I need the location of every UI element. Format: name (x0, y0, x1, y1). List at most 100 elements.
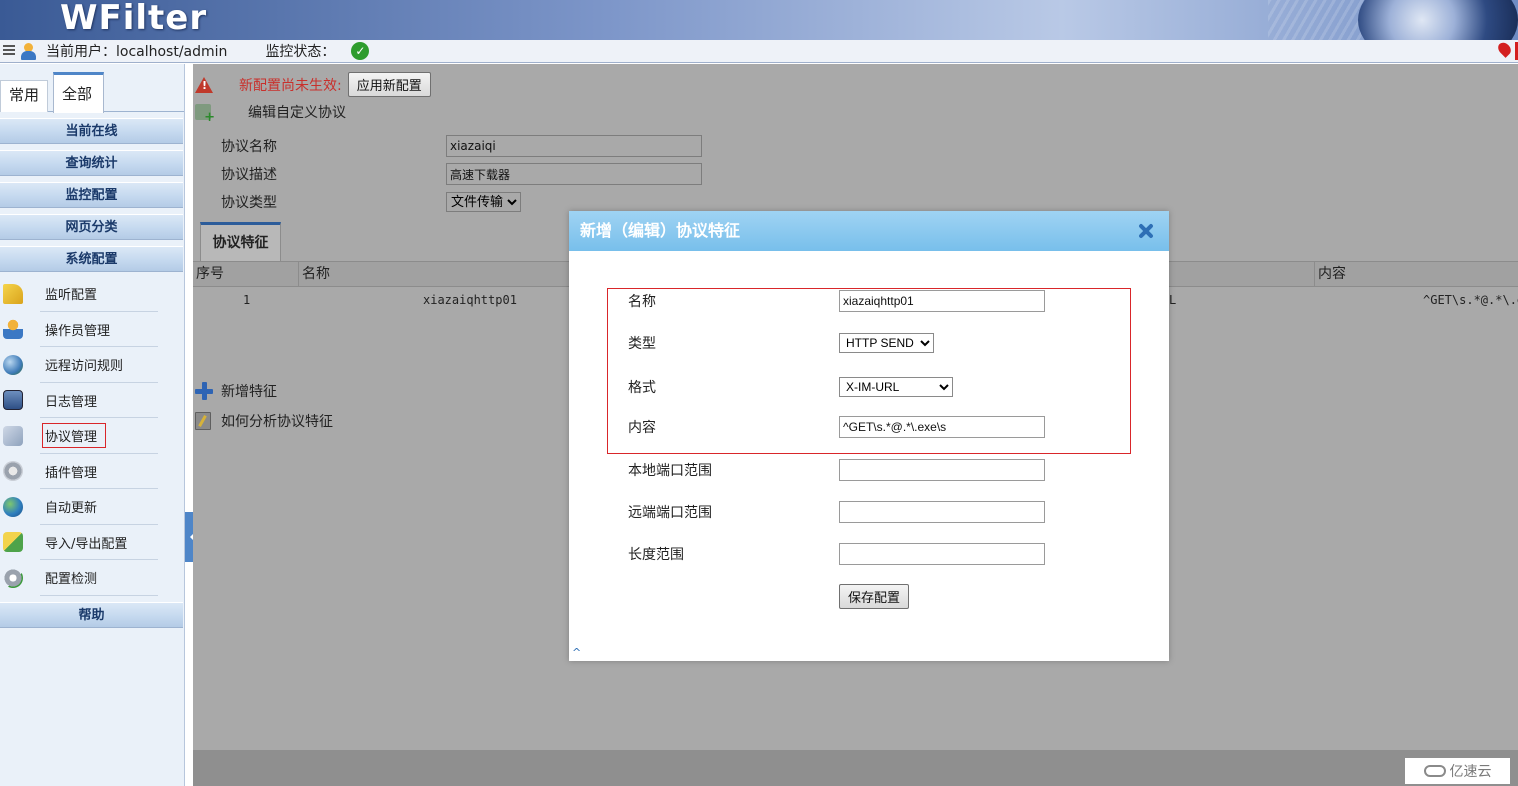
section-online[interactable]: 当前在线 (0, 118, 183, 144)
feature-content-row: 内容 (628, 416, 1045, 438)
sidebar-item-import-export[interactable]: 导入/导出配置 (0, 525, 184, 561)
column-header-content: 内容 (1314, 262, 1518, 286)
how-to-analyze-link[interactable]: 如何分析协议特征 (195, 411, 333, 431)
user-icon (3, 319, 23, 340)
row-content: ^GET\s.*@.*\.e (1423, 293, 1518, 307)
log-icon (3, 390, 23, 411)
section-help[interactable]: 帮助 (0, 601, 183, 628)
protocol-desc-input[interactable] (446, 163, 702, 185)
sidebar-item-protocol[interactable]: 协议管理 (0, 418, 184, 454)
local-port-row: 本地端口范围 (628, 459, 1045, 481)
protocol-type-select[interactable]: 文件传输 (446, 192, 521, 212)
current-user: 当前用户：localhost/admin (46, 44, 228, 60)
tab-all[interactable]: 全部 (53, 72, 104, 113)
sidebar-item-label: 导入/导出配置 (45, 536, 128, 552)
protocol-type-row: 协议类型 文件传输 (221, 192, 521, 212)
column-header-index: 序号 (196, 266, 224, 282)
main-footer-band (193, 750, 1518, 786)
feature-format-select[interactable]: X-IM-URL (839, 377, 953, 397)
length-range-input[interactable] (839, 543, 1045, 565)
watermark: 亿速云 (1405, 758, 1510, 784)
protocol-name-input[interactable] (446, 135, 702, 157)
how-to-label: 如何分析协议特征 (221, 414, 333, 430)
close-icon[interactable] (1137, 222, 1155, 240)
length-range-label: 长度范围 (628, 547, 684, 563)
local-port-label: 本地端口范围 (628, 463, 712, 479)
section-monitor-config[interactable]: 监控配置 (0, 182, 183, 208)
feature-format-row: 格式 X-IM-URL (628, 377, 953, 397)
gear-check-icon (3, 567, 23, 588)
warning-icon (195, 76, 213, 93)
sidebar-tabs: 常用 全部 (0, 64, 184, 113)
protocol-type-label: 协议类型 (221, 195, 277, 211)
status-bar: 当前用户：localhost/admin 监控状态： ✓ (0, 40, 1518, 63)
sidebar-item-label: 协议管理 (41, 423, 107, 449)
add-feature-link[interactable]: 新增特征 (195, 381, 277, 401)
monitor-status-label: 监控状态： (265, 44, 336, 60)
dialog-title: 新增（编辑）协议特征 (580, 221, 741, 240)
feature-edit-dialog: 新增（编辑）协议特征 名称 类型 HTTP SEND 格式 X-IM-URL 内… (569, 211, 1169, 661)
sidebar-item-label: 插件管理 (45, 465, 98, 481)
column-header-name: 名称 (298, 262, 598, 286)
watermark-text: 亿速云 (1449, 764, 1492, 780)
row-name: xiazaiqhttp01 (423, 293, 517, 307)
chevron-up-icon[interactable]: ^ (572, 646, 581, 659)
sidebar-item-label: 监听配置 (45, 288, 98, 304)
protocol-edit-icon (195, 104, 215, 125)
dialog-title-bar[interactable]: 新增（编辑）协议特征 (569, 211, 1169, 251)
sidebar: 常用 全部 当前在线 查询统计 监控配置 网页分类 系统配置 监听配置 操作员管… (0, 64, 185, 786)
section-web-category[interactable]: 网页分类 (0, 214, 183, 240)
sidebar-item-label: 远程访问规则 (45, 359, 124, 375)
remote-port-row: 远端端口范围 (628, 501, 1045, 523)
local-port-input[interactable] (839, 459, 1045, 481)
status-ok-icon: ✓ (351, 42, 370, 60)
cloud-icon (1423, 765, 1446, 777)
section-system-config[interactable]: 系统配置 (0, 246, 183, 272)
feature-type-label: 类型 (628, 336, 656, 352)
sidebar-item-operators[interactable]: 操作员管理 (0, 312, 184, 348)
menu-icon[interactable] (3, 45, 15, 57)
apply-config-button[interactable]: 应用新配置 (347, 72, 431, 97)
alert-text: 新配置尚未生效: (239, 77, 342, 94)
feature-type-select[interactable]: HTTP SEND (839, 333, 934, 353)
import-export-icon (3, 532, 23, 553)
remote-port-input[interactable] (839, 501, 1045, 523)
app-logo: WFilter (60, 0, 208, 38)
globe-icon (3, 354, 23, 375)
edit-protocol-header: 编辑自定义协议 (195, 102, 346, 125)
sidebar-collapse-handle[interactable] (185, 512, 194, 562)
section-query-stats[interactable]: 查询统计 (0, 150, 183, 176)
sidebar-item-listen-config[interactable]: 监听配置 (0, 276, 184, 312)
edit-title: 编辑自定义协议 (248, 105, 346, 121)
sidebar-item-auto-update[interactable]: 自动更新 (0, 489, 184, 525)
sidebar-item-remote-access[interactable]: 远程访问规则 (0, 347, 184, 383)
update-globe-icon (3, 496, 23, 517)
protocol-desc-row: 协议描述 (221, 163, 702, 185)
tab-protocol-features[interactable]: 协议特征 (200, 222, 281, 262)
pending-config-alert: 新配置尚未生效: 应用新配置 (195, 72, 431, 97)
sidebar-item-label: 配置检测 (45, 572, 98, 588)
app-header: WFilter (0, 0, 1518, 40)
header-globe-graphic (1358, 0, 1518, 40)
add-icon (195, 382, 213, 400)
warning-icon (3, 283, 23, 304)
feature-name-input[interactable] (839, 290, 1045, 312)
length-range-row: 长度范围 (628, 543, 1045, 565)
location-pin-icon[interactable] (1495, 40, 1514, 58)
feature-type-row: 类型 HTTP SEND (628, 333, 934, 353)
feature-name-label: 名称 (628, 294, 656, 310)
sidebar-item-label: 日志管理 (45, 394, 98, 410)
save-config-button[interactable]: 保存配置 (839, 584, 910, 609)
sidebar-item-config-check[interactable]: 配置检测 (0, 560, 184, 596)
tab-common[interactable]: 常用 (0, 80, 48, 112)
remote-port-label: 远端端口范围 (628, 505, 712, 521)
add-feature-label: 新增特征 (221, 384, 277, 400)
feature-content-label: 内容 (628, 420, 656, 436)
protocol-icon (3, 425, 23, 446)
sidebar-item-log[interactable]: 日志管理 (0, 383, 184, 419)
feature-content-input[interactable] (839, 416, 1045, 438)
user-icon (20, 42, 36, 60)
plugin-icon (3, 461, 23, 482)
system-config-list: 监听配置 操作员管理 远程访问规则 日志管理 协议管理 插件管理 自动更新 导入… (0, 276, 184, 596)
sidebar-item-plugin[interactable]: 插件管理 (0, 454, 184, 490)
